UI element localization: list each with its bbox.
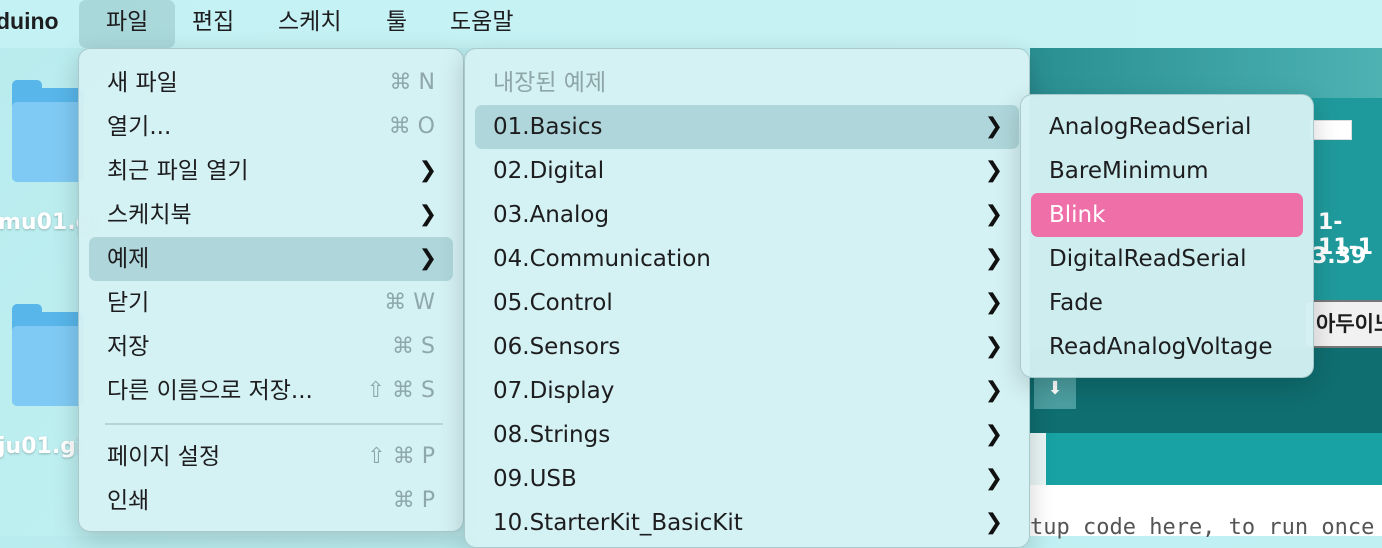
menu-file[interactable]: 파일 (79, 0, 176, 48)
menu-item-label: 04.Communication (493, 246, 711, 272)
window-header (1030, 48, 1382, 98)
download-icon[interactable]: ⬇ (1034, 373, 1076, 409)
menu-help[interactable]: 도움말 (423, 0, 540, 48)
chevron-right-icon: ❯ (984, 202, 1003, 227)
menu-item-example-category[interactable]: 02.Digital ❯ (475, 149, 1019, 193)
menu-item-page-setup[interactable]: 페이지 설정 ⇧ ⌘ P (89, 435, 453, 479)
menu-item-label: 01.Basics (493, 114, 603, 140)
thumbnail-image (1310, 120, 1352, 140)
menu-item-new-file[interactable]: 새 파일 ⌘ N (89, 61, 453, 105)
chevron-right-icon: ❯ (984, 378, 1003, 403)
menu-item-label: 다른 이름으로 저장... (107, 378, 313, 404)
menu-item-label: 05.Control (493, 290, 613, 316)
chevron-right-icon: ❯ (984, 510, 1003, 535)
folder-icon[interactable] (12, 304, 84, 406)
menu-item-label: 03.Analog (493, 202, 610, 228)
menu-item-example[interactable]: DigitalReadSerial (1031, 237, 1303, 281)
menu-item-example-category[interactable]: 01.Basics ❯ (475, 105, 1019, 149)
chevron-right-icon: ❯ (984, 466, 1003, 491)
code-editor[interactable]: tup code here, to run once (1030, 485, 1382, 540)
chevron-right-icon: ❯ (984, 114, 1003, 139)
menu-item-example-category[interactable]: 05.Control ❯ (475, 281, 1019, 325)
shortcut-label: ⌘ S (392, 334, 435, 359)
menu-item-label: 10.StarterKit_BasicKit (493, 510, 743, 536)
menu-item-label: 최근 파일 열기 (107, 158, 249, 184)
chevron-right-icon: ❯ (418, 158, 437, 183)
menu-item-example-selected[interactable]: Blink (1031, 193, 1303, 237)
menu-item-label: 인쇄 (107, 488, 150, 514)
menu-item-example[interactable]: Fade (1031, 281, 1303, 325)
menu-item-example-category[interactable]: 08.Strings ❯ (475, 413, 1019, 457)
chevron-right-icon: ❯ (984, 290, 1003, 315)
shortcut-label: ⇧ ⌘ S (366, 378, 435, 403)
menu-sketch[interactable]: 스케치 (251, 0, 368, 48)
time-text: 3.39 (1312, 244, 1367, 269)
examples-menu: 내장된 예제 01.Basics ❯ 02.Digital ❯ 03.Analo… (464, 48, 1030, 548)
menu-item-print[interactable]: 인쇄 ⌘ P (89, 479, 453, 523)
menu-item-label: 06.Sensors (493, 334, 621, 360)
menu-separator (105, 423, 443, 425)
menu-item-label: 스케치북 (107, 202, 192, 228)
menu-item-label: 09.USB (493, 466, 577, 492)
menu-item-close[interactable]: 닫기 ⌘ W (89, 281, 453, 325)
menu-item-example-category[interactable]: 09.USB ❯ (475, 457, 1019, 501)
menu-item-label: 저장 (107, 334, 150, 360)
chevron-right-icon: ❯ (418, 202, 437, 227)
menu-item-example-category[interactable]: 07.Display ❯ (475, 369, 1019, 413)
shortcut-label: ⇧ ⌘ P (367, 444, 435, 469)
menu-item-save[interactable]: 저장 ⌘ S (89, 325, 453, 369)
menu-item-label: 새 파일 (107, 70, 178, 96)
basics-menu: AnalogReadSerial BareMinimum Blink Digit… (1020, 94, 1314, 378)
menu-item-label: 08.Strings (493, 422, 611, 448)
editor-tab[interactable] (1030, 433, 1046, 485)
menu-item-example[interactable]: AnalogReadSerial (1031, 105, 1303, 149)
menu-item-example-category[interactable]: 04.Communication ❯ (475, 237, 1019, 281)
chevron-right-icon: ❯ (984, 422, 1003, 447)
shortcut-label: ⌘ W (384, 290, 435, 315)
menu-edit[interactable]: 편집 (165, 0, 261, 48)
menu-item-save-as[interactable]: 다른 이름으로 저장... ⇧ ⌘ S (89, 369, 453, 413)
chevron-right-icon: ❯ (984, 334, 1003, 359)
folder-icon[interactable] (12, 80, 84, 182)
menu-item-label: 페이지 설정 (107, 444, 221, 470)
chevron-right-icon: ❯ (418, 246, 437, 271)
menu-item-label: 닫기 (107, 290, 150, 316)
arduino-button[interactable]: 아두이노 (1304, 300, 1382, 348)
menu-bar: duino 파일 편집 스케치 툴 도움말 (0, 0, 1382, 48)
menu-item-sketchbook[interactable]: 스케치북 ❯ (89, 193, 453, 237)
menu-item-label: 예제 (107, 246, 150, 272)
shortcut-label: ⌘ N (389, 70, 435, 95)
menu-item-label: 열기... (107, 114, 172, 140)
code-line: tup code here, to run once (1030, 515, 1375, 540)
desktop-file-label[interactable]: ju01.gi (0, 434, 83, 459)
chevron-right-icon: ❯ (984, 158, 1003, 183)
menu-item-label: 02.Digital (493, 158, 605, 184)
menu-item-open[interactable]: 열기... ⌘ O (89, 105, 453, 149)
editor-tabs (1030, 433, 1382, 485)
menu-item-example-category[interactable]: 10.StarterKit_BasicKit ❯ (475, 501, 1019, 545)
menu-item-example[interactable]: ReadAnalogVoltage (1031, 325, 1303, 369)
shortcut-label: ⌘ P (392, 488, 435, 513)
shortcut-label: ⌘ O (388, 114, 435, 139)
file-menu: 새 파일 ⌘ N 열기... ⌘ O 최근 파일 열기 ❯ 스케치북 ❯ 예제 … (78, 48, 464, 532)
app-name[interactable]: duino (0, 8, 59, 35)
menu-item-examples[interactable]: 예제 ❯ (89, 237, 453, 281)
menu-section-header: 내장된 예제 (493, 70, 607, 96)
menu-item-example-category[interactable]: 03.Analog ❯ (475, 193, 1019, 237)
menu-item-open-recent[interactable]: 최근 파일 열기 ❯ (89, 149, 453, 193)
menu-item-example-category[interactable]: 06.Sensors ❯ (475, 325, 1019, 369)
menu-item-example[interactable]: BareMinimum (1031, 149, 1303, 193)
chevron-right-icon: ❯ (984, 246, 1003, 271)
menu-item-label: 07.Display (493, 378, 615, 404)
